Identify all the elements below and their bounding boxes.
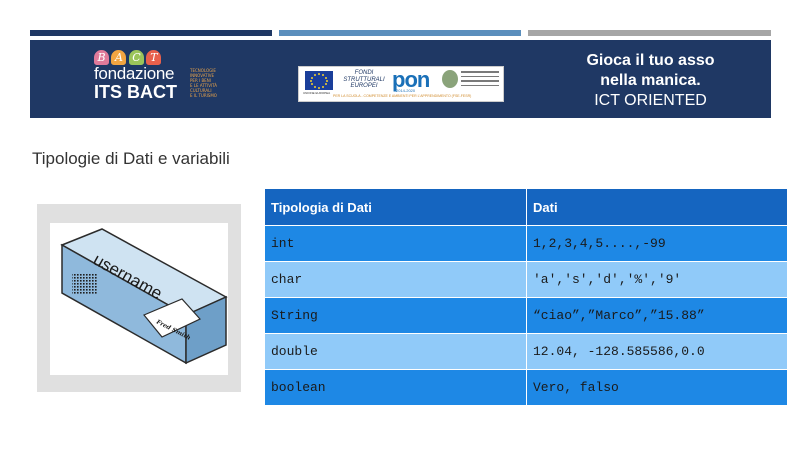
ministry-text-lines [461,71,499,89]
pon-funding-logo: UNIONE EUROPEA FONDI STRUTTURALI EUROPEI… [298,66,504,102]
column-header-type: Tipologia di Dati [264,188,527,226]
slogan-line-2: nella manica. [600,72,701,89]
data-cell: Vero, falso [526,369,788,406]
logo-fondazione-text: fondazione [94,64,175,83]
pon-caption: PER LA SCUOLA - COMPETENZE E AMBIENTI PE… [333,94,472,98]
type-cell: char [264,261,527,298]
table-header-row: Tipologia di Dati Dati [264,188,788,226]
type-cell: int [264,225,527,262]
logo-letter: C [128,50,144,65]
eu-caption: UNIONE EUROPEA [303,91,331,95]
table-row: String “ciao”,”Marco”,”15.88” [264,297,788,334]
logo-letter: B [94,50,109,65]
table-row: char 'a','s','d','%','9' [264,261,788,298]
table-row: boolean Vero, falso [264,369,788,406]
type-cell: String [264,297,527,334]
data-types-table: Tipologia di Dati Dati int 1,2,3,4,5....… [264,188,788,406]
data-cell: 1,2,3,4,5....,-99 [526,225,788,262]
data-cell: “ciao”,”Marco”,”15.88” [526,297,788,334]
fondi-strutturali-text: FONDI STRUTTURALI EUROPEI [343,70,385,89]
variable-box-illustration: username Fred Smith [37,204,241,392]
header-banner: B A C T fondazione ITS BACT TECNOLOGIE I… [30,40,771,118]
variable-box-icon: username Fred Smith [50,223,228,375]
data-cell: 'a','s','d','%','9' [526,261,788,298]
logo-its-bact-text: ITS BACT [94,82,177,102]
italian-republic-emblem-icon [442,70,458,88]
data-cell: 12.04, -128.585586,0.0 [526,333,788,370]
logo-letter: T [146,50,162,65]
pon-years: 2014-2020 [396,88,416,93]
slogan: Gioca il tuo asso nella manica. ICT ORIE… [548,51,753,111]
accent-bar-navy [30,30,272,36]
accent-bar-grey [528,30,771,36]
type-cell: double [264,333,527,370]
type-cell: boolean [264,369,527,406]
column-header-data: Dati [526,188,788,226]
table-row: double 12.04, -128.585586,0.0 [264,333,788,370]
accent-bar-blue [279,30,521,36]
its-bact-logo: B A C T fondazione ITS BACT TECNOLOGIE I… [90,48,225,110]
slogan-line-3: ICT ORIENTED [594,92,707,109]
page-title: Tipologie di Dati e variabili [32,149,230,168]
eu-flag-icon [305,71,333,90]
table-row: int 1,2,3,4,5....,-99 [264,225,788,262]
logo-tagline: TECNOLOGIE INNOVATIVE PER I BENI E LE AT… [190,68,218,98]
logo-letter: A [111,50,127,65]
slogan-line-1: Gioca il tuo asso [586,52,715,69]
